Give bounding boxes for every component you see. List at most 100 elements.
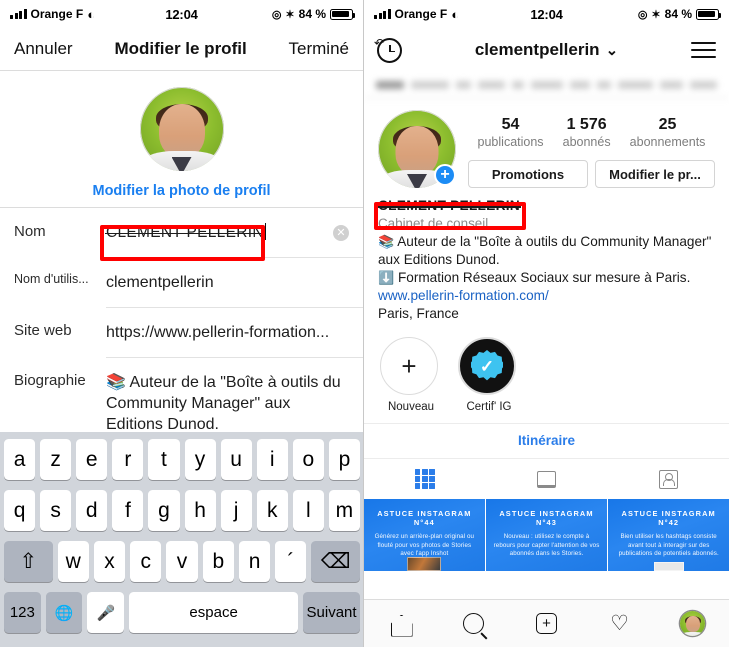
verified-badge-icon[interactable]: ✓ (458, 337, 516, 395)
stat-publications[interactable]: 54 publications (478, 116, 544, 149)
edit-profile-button[interactable]: Modifier le pr... (595, 160, 715, 188)
key-w[interactable]: w (57, 541, 89, 582)
key-x[interactable]: x (93, 541, 126, 582)
username-input[interactable]: clementpellerin (106, 272, 349, 293)
profile-action-buttons: Promotions Modifier le pr... (468, 160, 715, 188)
done-button[interactable]: Terminé (289, 39, 349, 59)
avatar-face (158, 103, 205, 158)
status-left-group-right: Orange F ◐ (374, 7, 530, 22)
post-thumbnail (407, 557, 442, 571)
heart-icon[interactable]: ♡ (607, 611, 633, 637)
add-post-icon[interactable]: + (534, 611, 560, 637)
stat-followers-label: abonnés (562, 135, 611, 149)
space-key[interactable]: espace (129, 592, 299, 633)
instagram-navbar: ↶ clementpellerin ⌄ (364, 28, 729, 72)
key-t[interactable]: t (148, 439, 180, 480)
history-icon[interactable]: ↶ (374, 36, 402, 63)
stat-following[interactable]: 25 abonnements (630, 116, 706, 149)
field-label-username: Nom d'utilis... (14, 272, 89, 286)
key-m[interactable]: m (328, 490, 360, 531)
post-grid: ASTUCE INSTAGRAM N°44 Générez un arrière… (364, 499, 729, 571)
change-profile-photo-link[interactable]: Modifier la photo de profil (0, 183, 363, 199)
field-label-bio: Biographie (14, 372, 86, 389)
key-l[interactable]: l (292, 490, 324, 531)
keyboard-row-3: ⇧ w x c v b n ´ ⌫ (2, 541, 362, 582)
key-u[interactable]: u (220, 439, 252, 480)
username-dropdown[interactable]: clementpellerin ⌄ (475, 40, 618, 60)
search-icon[interactable] (461, 611, 487, 637)
profile-avatar-wrapper[interactable]: + (378, 110, 456, 188)
key-g[interactable]: g (148, 490, 180, 531)
profile-avatar[interactable] (139, 87, 224, 171)
post-tile[interactable]: ASTUCE INSTAGRAM N°42 Bien utiliser les … (608, 499, 729, 571)
globe-icon[interactable]: 🌐 (45, 592, 83, 633)
wifi-icon: ◐ (451, 6, 460, 22)
post-body: Générez un arrière-plan original ou flou… (374, 533, 475, 557)
bluetooth-icon: ✶ (651, 8, 661, 21)
highlight-nouveau[interactable]: + Nouveau (380, 337, 442, 413)
backspace-key[interactable]: ⌫ (311, 541, 360, 582)
form-row-nom[interactable]: Nom CLEMENT PELLERIN ✕ (0, 208, 363, 257)
post-title: ASTUCE INSTAGRAM N°44 (377, 509, 472, 527)
key-e[interactable]: e (76, 439, 108, 480)
keyboard-row-2: q s d f g h j k l m (2, 490, 362, 531)
form-row-username[interactable]: Nom d'utilis... clementpellerin (0, 257, 363, 307)
keyboard-row-4: 123 🌐 🎤 espace Suivant (2, 592, 362, 633)
key-y[interactable]: y (184, 439, 216, 480)
blurred-profile-visits-banner (364, 72, 729, 98)
bio-website-link[interactable]: www.pellerin-formation.com/ (378, 287, 715, 305)
profile-stats: 54 publications 1 576 abonnés 25 abonnem… (468, 110, 715, 149)
key-f[interactable]: f (112, 490, 144, 531)
key-k[interactable]: k (256, 490, 288, 531)
keyboard-row-1: a z e r t y u i o p (2, 439, 362, 480)
tab-tagged[interactable] (607, 459, 729, 499)
name-input[interactable]: CLEMENT PELLERIN (106, 222, 333, 243)
key-a[interactable]: a (4, 439, 36, 480)
itineraire-link[interactable]: Itinéraire (364, 424, 729, 459)
mic-icon[interactable]: 🎤 (87, 592, 125, 633)
next-key[interactable]: Suivant (303, 592, 360, 633)
on-screen-keyboard[interactable]: a z e r t y u i o p q s d f g h j k l m … (0, 432, 363, 647)
profile-avatar-icon[interactable] (680, 611, 706, 637)
key-c[interactable]: c (130, 541, 162, 582)
website-input[interactable]: https://www.pellerin-formation... (106, 322, 349, 343)
promotions-button[interactable]: Promotions (468, 160, 588, 188)
hamburger-menu-icon[interactable] (690, 42, 716, 58)
highlight-certif-ig[interactable]: ✓ Certif' IG (458, 337, 520, 413)
key-z[interactable]: z (40, 439, 72, 480)
stat-followers[interactable]: 1 576 abonnés (563, 116, 611, 149)
key-i[interactable]: i (256, 439, 288, 480)
tab-list[interactable] (486, 459, 608, 499)
numbers-key[interactable]: 123 (4, 592, 41, 633)
post-body: Bien utiliser les hashtags consiste avan… (618, 533, 719, 557)
key-d[interactable]: d (76, 490, 108, 531)
key-n[interactable]: n (238, 541, 271, 582)
home-icon[interactable] (388, 611, 414, 637)
tab-grid[interactable] (364, 459, 486, 499)
plus-icon[interactable]: + (380, 337, 438, 395)
post-thumbnail (653, 562, 684, 571)
key-q[interactable]: q (4, 490, 36, 531)
battery-percent-label: 84 % (298, 7, 326, 21)
shift-key[interactable]: ⇧ (4, 541, 53, 582)
key-p[interactable]: p (328, 439, 360, 480)
key-h[interactable]: h (184, 490, 216, 531)
avatar-block: Modifier la photo de profil (0, 71, 363, 207)
right-phone-panel: Orange F ◐ 12:04 ◎ ✶ 84 % ↶ clementpelle… (364, 0, 729, 647)
chevron-down-icon: ⌄ (605, 42, 619, 59)
cancel-button[interactable]: Annuler (14, 39, 73, 59)
form-row-website[interactable]: Site web https://www.pellerin-formation.… (0, 307, 363, 357)
key-v[interactable]: v (166, 541, 198, 582)
key-s[interactable]: s (40, 490, 72, 531)
key-apostrophe[interactable]: ´ (275, 541, 307, 582)
key-b[interactable]: b (202, 541, 234, 582)
clear-icon[interactable]: ✕ (333, 225, 349, 241)
key-o[interactable]: o (292, 439, 324, 480)
add-story-plus-icon[interactable]: + (434, 164, 456, 186)
post-tile[interactable]: ASTUCE INSTAGRAM N°43 Nouveau : utilisez… (486, 499, 607, 571)
key-r[interactable]: r (112, 439, 144, 480)
post-tile[interactable]: ASTUCE INSTAGRAM N°44 Générez un arrière… (364, 499, 485, 571)
key-j[interactable]: j (220, 490, 252, 531)
edit-profile-navbar: Annuler Modifier le profil Terminé (0, 28, 363, 71)
bluetooth-icon: ✶ (285, 8, 295, 21)
